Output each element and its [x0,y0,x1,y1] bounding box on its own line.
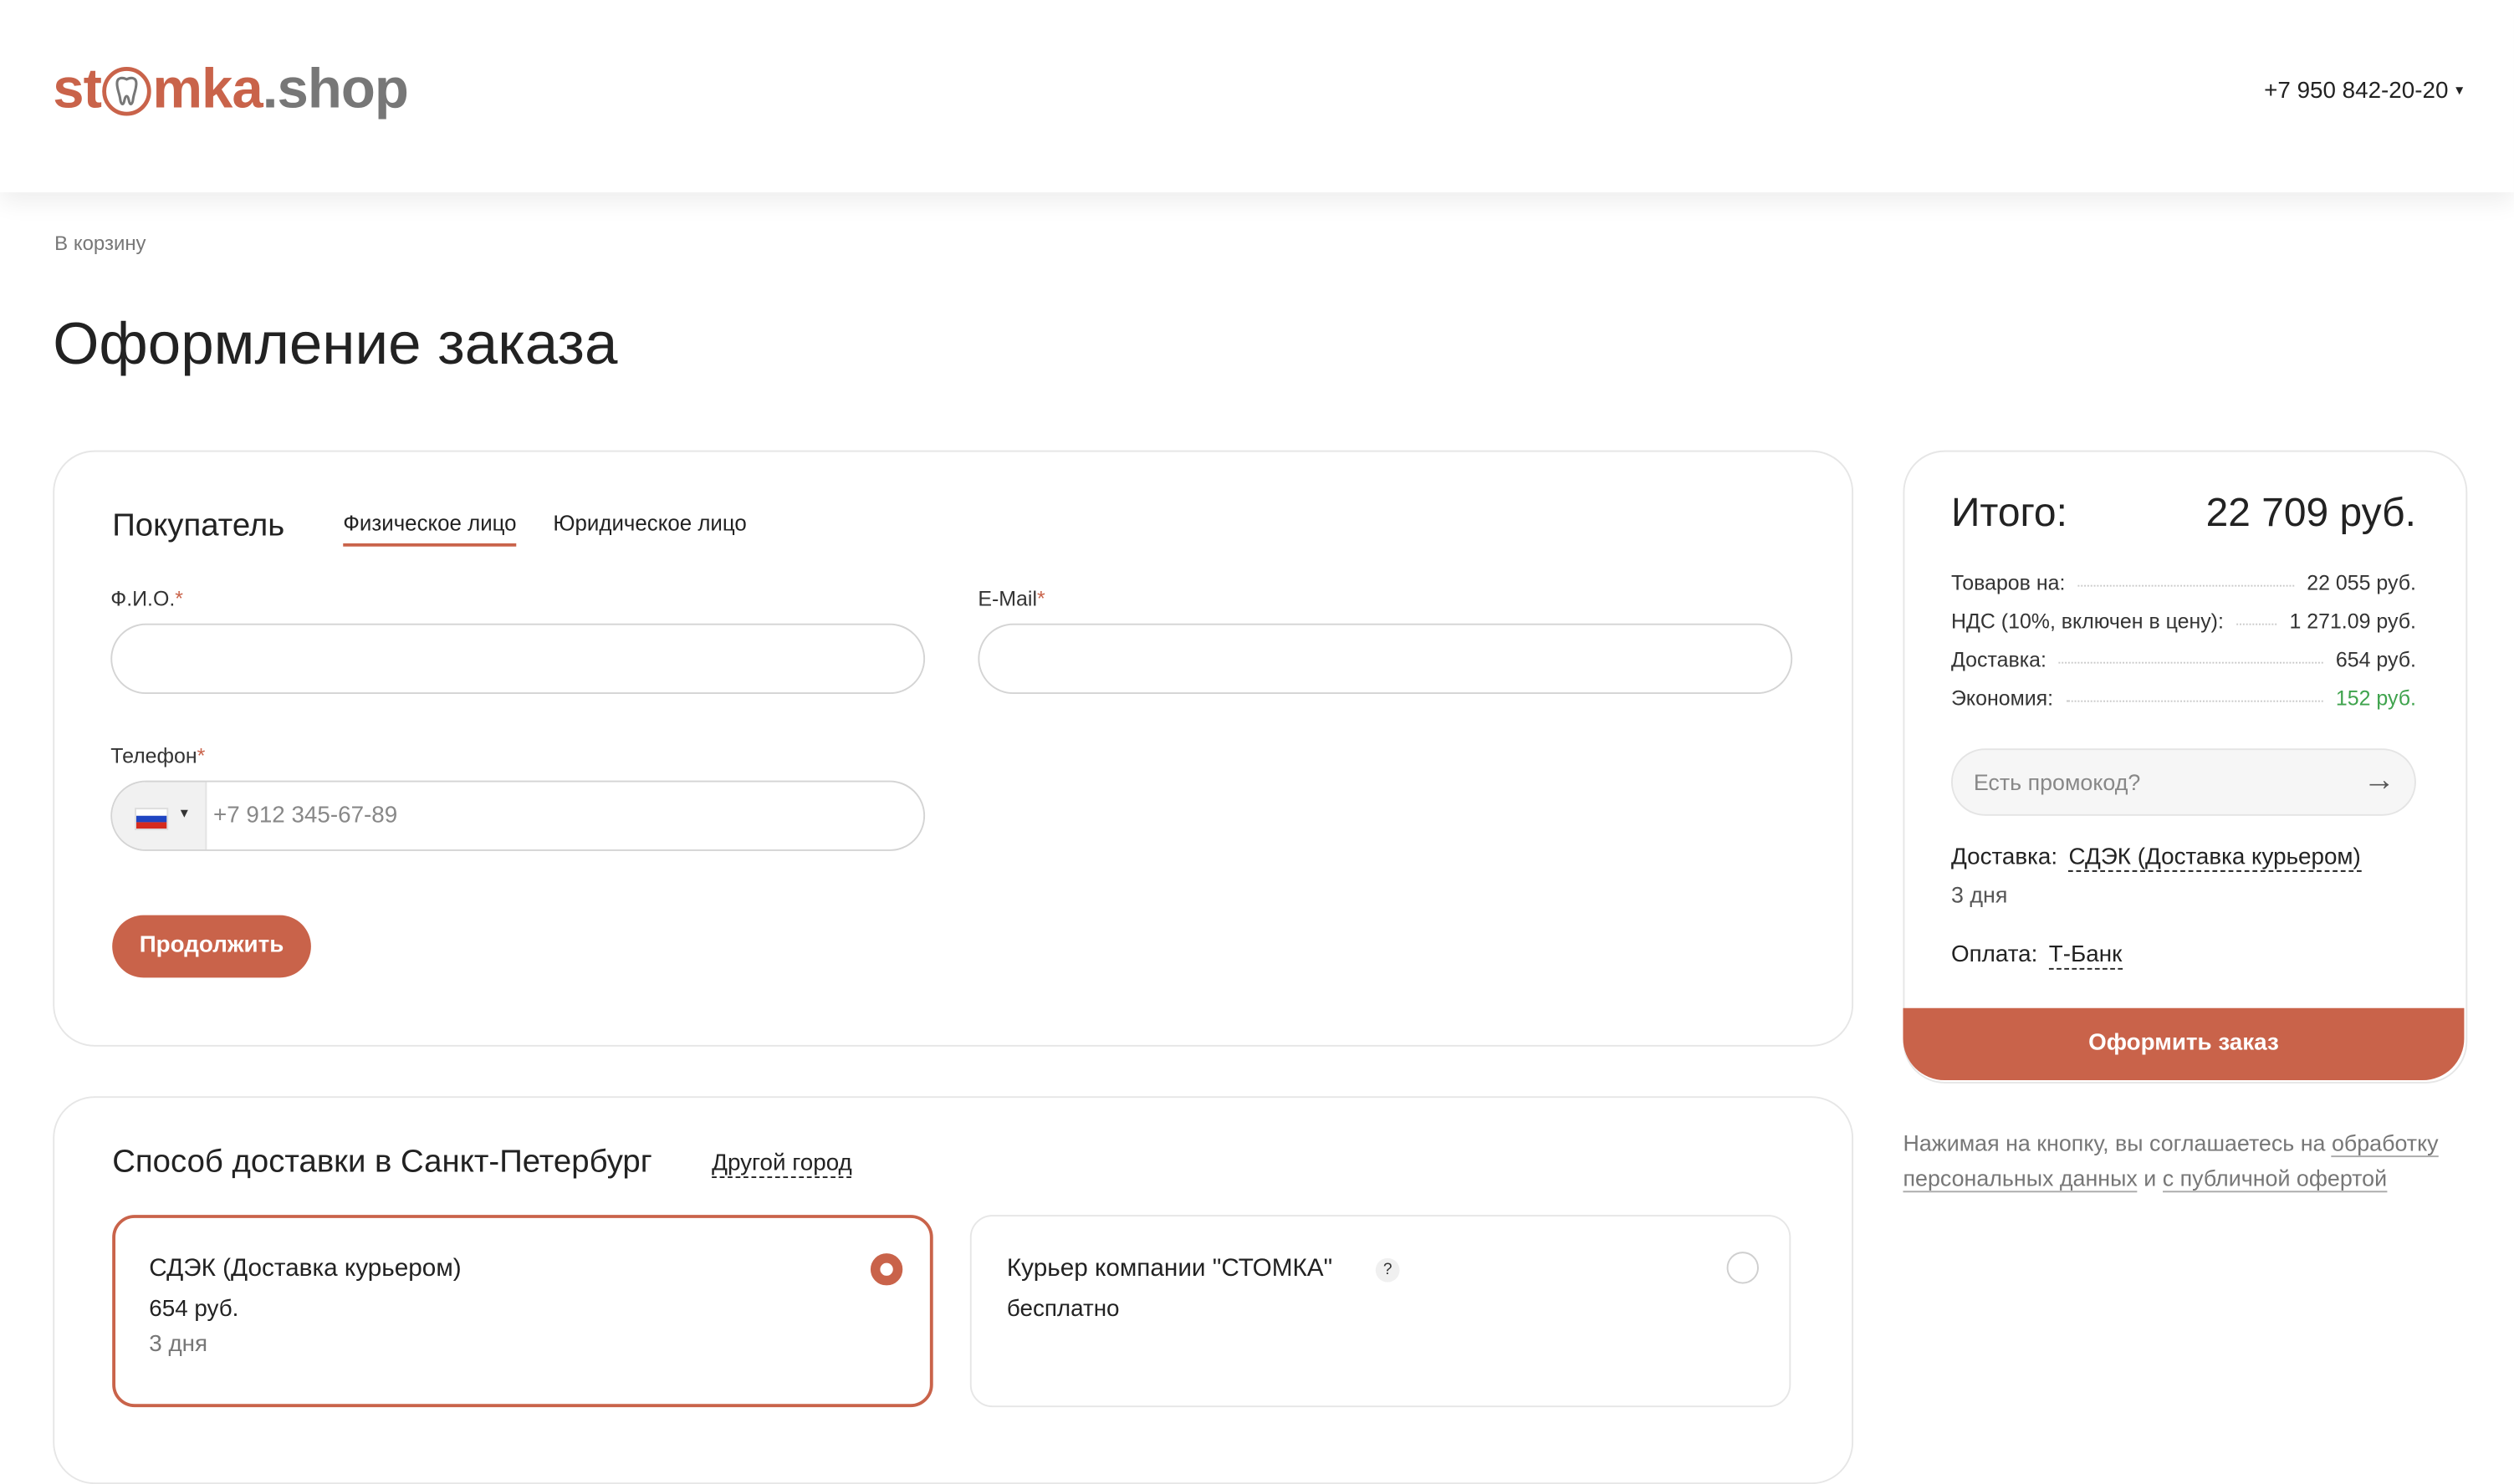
delivery-days: 3 дня [1950,881,2008,908]
delivery-option-stomka-courier[interactable]: Курьер компании "СТОМКА" ? бесплатно [969,1215,1791,1408]
breadcrumb[interactable]: В корзину [54,232,146,255]
promo-input[interactable]: Есть промокод? → [1950,748,2416,816]
buyer-title: Покупатель [112,507,285,543]
site-header: st mka.shop +7 950 842-20-20 ▼ [0,0,2514,193]
tab-legal-entity[interactable]: Юридическое лицо [553,512,746,543]
tooth-icon [102,67,151,116]
summary-row: НДС (10%, включен в цену): 1 271.09 руб. [1950,609,2416,634]
continue-button[interactable]: Продолжить [112,915,311,978]
email-label: E-Mail* [978,586,1045,611]
logo-text-mid: mka [152,58,263,120]
buyer-card [53,450,1854,1047]
option-days: 3 дня [149,1332,208,1358]
caret-down-icon: ▼ [177,806,191,821]
other-city-link[interactable]: Другой город [712,1150,852,1178]
summary-title: Итого: [1950,490,2067,536]
phone-input[interactable]: ▼ +7 912 345-67-89 [110,780,926,851]
checkout-page: st mka.shop +7 950 842-20-20 ▼ В корзину … [0,0,2514,1484]
logo-text-start: st [53,58,102,120]
summary-row: Доставка: 654 руб. [1950,647,2416,672]
russia-flag-icon [135,808,169,831]
logo-text-end: .shop [262,58,409,120]
option-title: СДЭК (Доставка курьером) [149,1255,462,1283]
email-input[interactable] [978,623,1793,695]
logo[interactable]: st mka.shop [53,58,409,122]
summary-payment: Оплата: Т-Банк [1950,942,2123,970]
country-selector[interactable]: ▼ [112,782,207,850]
header-phone[interactable]: +7 950 842-20-20 ▼ [2264,79,2465,105]
help-icon[interactable]: ? [1375,1257,1400,1283]
payment-link[interactable]: Т-Банк [2048,942,2122,970]
tab-individual[interactable]: Физическое лицо [343,512,517,547]
promo-placeholder: Есть промокод? [1973,769,2141,795]
public-offer-link[interactable]: с публичной офертой [2162,1165,2388,1193]
phone-label: Телефон* [110,743,206,768]
radio-selected[interactable] [870,1253,903,1286]
phone-number: +7 950 842-20-20 [2264,78,2449,105]
delivery-title: Способ доставки в Санкт-Петербург [112,1144,652,1180]
page-title: Оформление заказа [53,310,618,377]
place-order-button[interactable]: Оформить заказ [1903,1007,2465,1081]
summary-row: Товаров на: 22 055 руб. [1950,570,2416,595]
summary-total: 22 709 руб. [2205,490,2416,536]
summary-row: Экономия: 152 руб. [1950,686,2416,711]
caret-down-icon: ▼ [2453,83,2466,98]
fio-input[interactable] [110,623,926,695]
option-title: Курьер компании "СТОМКА" [1006,1255,1333,1283]
delivery-link[interactable]: СДЭК (Доставка курьером) [2068,844,2361,872]
option-price: бесплатно [1006,1296,1120,1323]
arrow-right-icon[interactable]: → [2363,762,2395,799]
fio-label: Ф.И.О.* [110,586,184,611]
agreement-text: Нажимая на кнопку, вы соглашаетесь на об… [1903,1130,2439,1193]
delivery-option-cdek[interactable]: СДЭК (Доставка курьером) 654 руб. 3 дня [112,1215,933,1408]
option-price: 654 руб. [149,1296,239,1323]
phone-placeholder: +7 912 345-67-89 [212,803,398,829]
radio-unselected[interactable] [1726,1252,1759,1284]
summary-delivery: Доставка: СДЭК (Доставка курьером) [1950,844,2361,872]
